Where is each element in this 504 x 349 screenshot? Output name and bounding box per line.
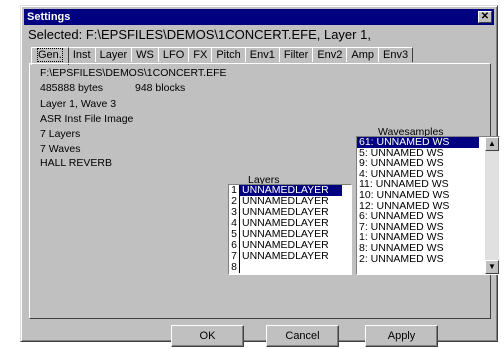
wavesamples-scrollbar[interactable]: ▲ ▼ [485,137,499,274]
layer-row[interactable]: 7 UNNAMEDLAYER [229,251,351,262]
gen-tab-panel: F:\EPSFILES\DEMOS\1CONCERT.EFE 485888 by… [29,63,500,319]
apply-button[interactable]: Apply [365,325,438,347]
tab-pitch[interactable]: Pitch [211,47,246,62]
tab-inst[interactable]: Inst [67,47,96,62]
wavesample-item[interactable]: 61: UNNAMED WS [357,137,479,148]
wavesample-item[interactable]: 2: UNNAMED WS [357,253,499,265]
scroll-down-icon[interactable]: ▼ [485,260,499,274]
scroll-up-icon[interactable]: ▲ [485,137,499,151]
tab-env2[interactable]: Env2 [312,47,348,62]
tab-env1[interactable]: Env1 [244,47,280,62]
tab-label: Gen. [37,48,63,62]
waves-count: 7 Waves [40,143,81,155]
tab-ws[interactable]: WS [131,47,159,62]
settings-window: Settings ✕ Selected: F:\EPSFILES\DEMOS\1… [20,5,500,347]
effect-name: HALL REVERB [40,157,112,169]
layer-number: 8 [229,262,240,273]
tab-amp[interactable]: Amp [346,47,380,62]
wavesample-item[interactable]: 10: UNNAMED WS [357,190,499,201]
file-type: ASR Inst File Image [40,113,134,125]
layer-row[interactable]: 8 [229,262,351,273]
tab-filter[interactable]: Filter [278,47,314,62]
window-title: Settings [27,11,71,23]
selected-path-label: Selected: F:\EPSFILES\DEMOS\1CONCERT.EFE… [28,27,371,42]
layer-wave-info: Layer 1, Wave 3 [40,98,117,110]
wavesample-item[interactable]: 8: UNNAMED WS [357,243,499,254]
cancel-button[interactable]: Cancel [266,325,339,347]
tab-fx[interactable]: FX [188,47,213,62]
tab-lfo[interactable]: LFO [157,47,190,62]
close-icon[interactable]: ✕ [478,11,492,23]
layer-name: UNNAMEDLAYER [242,250,329,262]
file-path: F:\EPSFILES\DEMOS\1CONCERT.EFE [40,67,227,79]
file-bytes: 485888 bytes [40,82,104,94]
wavesamples-list[interactable]: 61: UNNAMED WS 5: UNNAMED WS 9: UNNAMED … [356,136,500,275]
layers-count: 7 Layers [40,128,81,140]
tab-env3[interactable]: Env3 [378,47,414,62]
layers-list[interactable]: 1 UNNAMEDLAYER 2 UNNAMEDLAYER 3 UNNAMEDLAYE… [228,184,352,275]
file-blocks: 948 blocks [135,82,186,94]
tab-layer[interactable]: Layer [94,47,133,62]
ok-button[interactable]: OK [171,325,244,347]
title-bar[interactable]: Settings ✕ [24,9,494,25]
tab-strip: Gen. Inst Layer WS LFO FX Pitch Env1 Filter Env2 A… [31,45,414,65]
